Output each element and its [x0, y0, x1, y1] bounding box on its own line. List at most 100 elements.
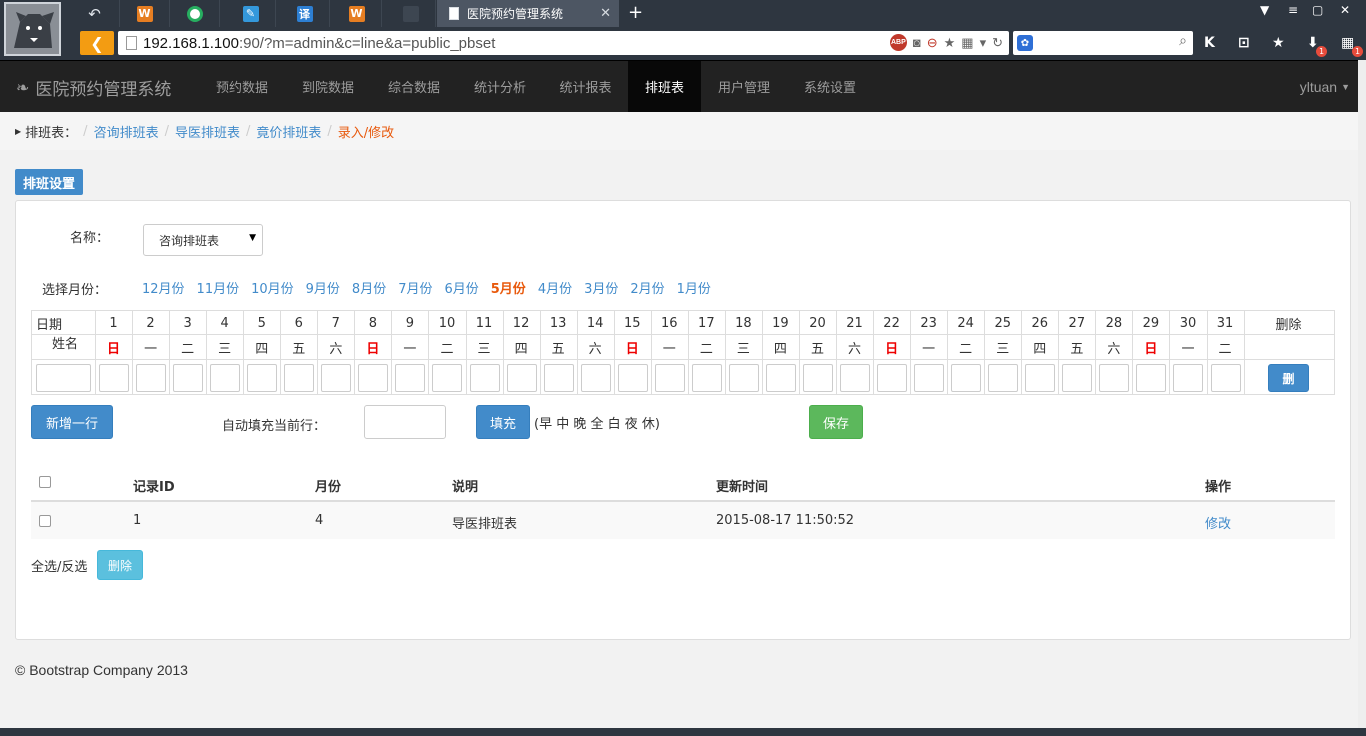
nav-item-overview[interactable]: 综合数据: [371, 61, 457, 112]
browser-tab[interactable]: W: [120, 0, 170, 27]
shift-input[interactable]: [1099, 364, 1130, 392]
nav-item-schedule[interactable]: 排班表: [628, 61, 701, 112]
shift-input[interactable]: [432, 364, 463, 392]
page-scrollbar[interactable]: [1358, 60, 1366, 736]
k-extension-icon[interactable]: K: [1204, 35, 1215, 51]
favorites-star-icon[interactable]: ★: [1272, 35, 1285, 51]
browser-tab[interactable]: [386, 0, 436, 27]
edit-link[interactable]: 修改: [1205, 513, 1231, 532]
delete-row-button[interactable]: 删: [1268, 364, 1309, 392]
qrcode-icon[interactable]: ▦: [961, 35, 973, 51]
dropdown-icon[interactable]: ▾: [980, 35, 987, 51]
shift-input[interactable]: [1210, 364, 1241, 392]
nav-item-users[interactable]: 用户管理: [701, 61, 787, 112]
minimize-icon[interactable]: ▢: [1312, 3, 1323, 17]
name-select[interactable]: 咨询排班表 ▼: [143, 224, 263, 256]
star-icon[interactable]: ★: [944, 35, 956, 51]
shift-input[interactable]: [284, 364, 315, 392]
month-link[interactable]: 8月份: [352, 278, 386, 297]
shift-input[interactable]: [1173, 364, 1204, 392]
shift-input[interactable]: [988, 364, 1019, 392]
shift-input[interactable]: [321, 364, 352, 392]
browser-tab[interactable]: ✎: [226, 0, 276, 27]
shift-input[interactable]: [914, 364, 945, 392]
menu-icon[interactable]: ≡: [1288, 3, 1298, 17]
select-all-checkbox[interactable]: [39, 476, 51, 488]
month-link[interactable]: 1月份: [677, 278, 711, 297]
adblock-icon[interactable]: ABP: [889, 34, 907, 51]
month-link[interactable]: 12月份: [142, 278, 185, 297]
address-bar[interactable]: 192.168.1.100:90/?m=admin&c=line&a=publi…: [118, 31, 1009, 55]
add-row-button[interactable]: 新增一行: [31, 405, 113, 439]
nav-item-appointments[interactable]: 预约数据: [199, 61, 285, 112]
close-window-icon[interactable]: ✕: [1340, 3, 1350, 17]
shift-input[interactable]: [358, 364, 389, 392]
shift-input[interactable]: [173, 364, 204, 392]
shift-input[interactable]: [1136, 364, 1167, 392]
select-all-toggle[interactable]: 全选/反选: [31, 556, 87, 575]
pocket-icon[interactable]: ◙: [913, 35, 921, 50]
shift-input[interactable]: [543, 364, 574, 392]
shift-input[interactable]: [469, 364, 500, 392]
month-link[interactable]: 10月份: [251, 278, 294, 297]
month-link[interactable]: 9月份: [306, 278, 340, 297]
shift-input[interactable]: [247, 364, 278, 392]
search-icon[interactable]: ⌕: [1179, 33, 1187, 49]
shift-input[interactable]: [580, 364, 611, 392]
month-link[interactable]: 3月份: [584, 278, 618, 297]
breadcrumb-link-consult[interactable]: 咨询排班表: [94, 122, 159, 141]
block-icon[interactable]: ⊖: [927, 35, 938, 51]
active-browser-tab[interactable]: 医院预约管理系统 ✕: [437, 0, 619, 27]
autofill-label: 自动填充当前行：: [222, 419, 327, 434]
shift-input[interactable]: [506, 364, 537, 392]
nav-item-arrivals[interactable]: 到院数据: [285, 61, 371, 112]
shift-input[interactable]: [840, 364, 871, 392]
shift-input[interactable]: [1062, 364, 1093, 392]
shift-input[interactable]: [136, 364, 167, 392]
shift-input[interactable]: [951, 364, 982, 392]
shift-input[interactable]: [728, 364, 759, 392]
shift-input[interactable]: [765, 364, 796, 392]
month-link-selected[interactable]: 5月份: [491, 278, 526, 297]
shift-input[interactable]: [210, 364, 241, 392]
search-bar[interactable]: ✿ ⌕: [1013, 31, 1193, 55]
shift-input[interactable]: [1025, 364, 1056, 392]
shift-input[interactable]: [617, 364, 648, 392]
shift-input[interactable]: [99, 364, 130, 392]
save-button[interactable]: 保存: [809, 405, 863, 439]
shift-input[interactable]: [654, 364, 685, 392]
shift-input[interactable]: [395, 364, 426, 392]
skin-icon[interactable]: ▼: [1260, 3, 1269, 17]
month-link[interactable]: 4月份: [538, 278, 572, 297]
autofill-input[interactable]: [364, 405, 446, 439]
back-arrow-icon[interactable]: ❮: [80, 31, 114, 55]
lock-icon[interactable]: ⊡: [1238, 35, 1250, 51]
month-link[interactable]: 7月份: [398, 278, 432, 297]
breadcrumb-link-bidding[interactable]: 竟价排班表: [256, 122, 321, 141]
close-tab-icon[interactable]: ✕: [600, 6, 611, 21]
new-tab-icon[interactable]: +: [628, 2, 643, 23]
baidu-paw-icon[interactable]: ✿: [1017, 35, 1033, 51]
user-menu[interactable]: yltuan ▼: [1300, 61, 1350, 113]
row-checkbox[interactable]: [39, 515, 51, 527]
month-link[interactable]: 2月份: [630, 278, 664, 297]
nav-item-settings[interactable]: 系统设置: [787, 61, 873, 112]
shift-input[interactable]: [691, 364, 722, 392]
breadcrumb-link-guide[interactable]: 导医排班表: [175, 122, 240, 141]
fill-button[interactable]: 填充: [476, 405, 530, 439]
month-link[interactable]: 11月份: [197, 278, 240, 297]
nav-item-analysis[interactable]: 统计分析: [457, 61, 543, 112]
shift-input[interactable]: [877, 364, 908, 392]
browser-tab[interactable]: 译: [280, 0, 330, 27]
refresh-icon[interactable]: ↻: [992, 35, 1003, 51]
nav-item-reports[interactable]: 统计报表: [543, 61, 628, 112]
staff-name-input[interactable]: [36, 364, 91, 392]
browser-avatar[interactable]: [4, 2, 61, 56]
shift-input[interactable]: [802, 364, 833, 392]
month-link[interactable]: 6月份: [444, 278, 478, 297]
undo-close-tab-icon[interactable]: ↶: [70, 0, 120, 27]
browser-tab[interactable]: [170, 0, 220, 27]
browser-tab[interactable]: W: [332, 0, 382, 27]
brand[interactable]: ❧ 医院预约管理系统: [16, 61, 171, 113]
bulk-delete-button[interactable]: 删除: [97, 550, 143, 580]
